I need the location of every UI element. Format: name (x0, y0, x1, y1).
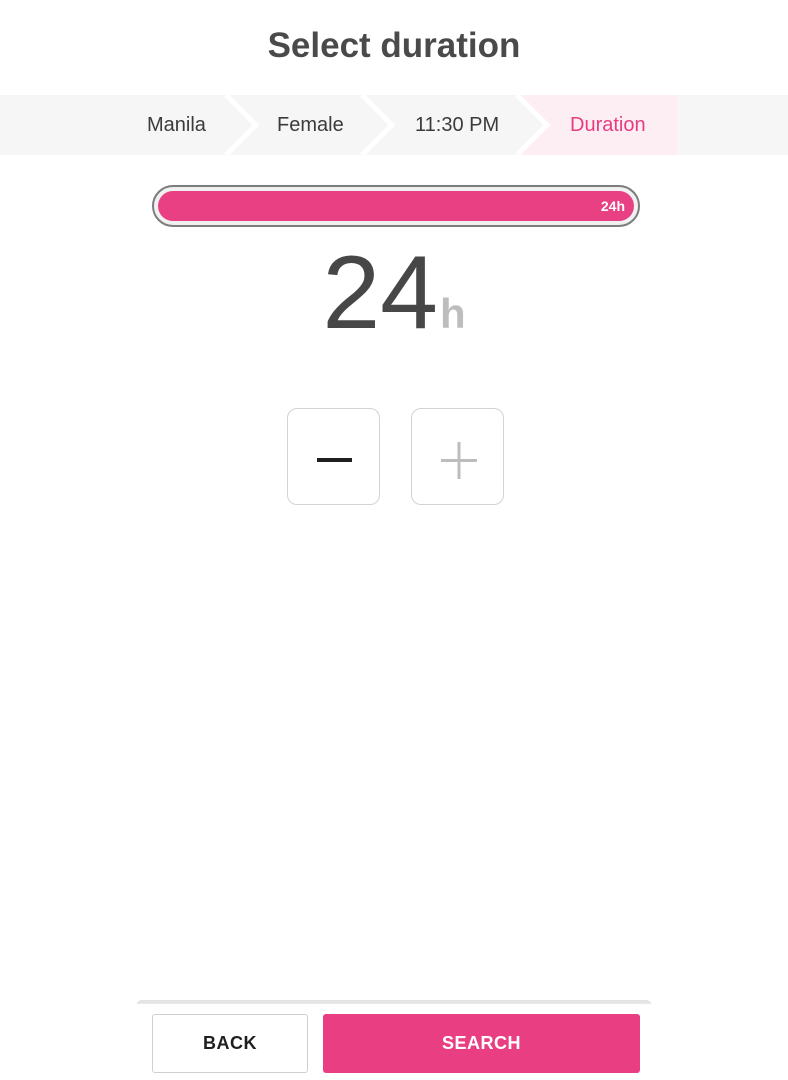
breadcrumb-item-location[interactable]: Manila (147, 95, 206, 155)
plus-icon (441, 442, 477, 479)
search-button[interactable]: SEARCH (323, 1014, 640, 1073)
breadcrumb-item-duration: Duration (570, 114, 646, 136)
duration-slider-label: 24h (600, 198, 625, 214)
back-button[interactable]: BACK (152, 1014, 308, 1073)
page: Select duration Manila Female 11:30 PM D… (0, 0, 788, 1080)
minus-icon (317, 458, 352, 462)
duration-slider[interactable]: 24h (152, 185, 640, 227)
decrement-button[interactable] (287, 408, 380, 505)
duration-slider-fill[interactable]: 24h (158, 191, 634, 221)
duration-unit: h (440, 290, 466, 337)
page-title: Select duration (267, 26, 521, 65)
breadcrumb: Manila Female 11:30 PM Duration (0, 95, 788, 155)
breadcrumb-separators (224, 95, 678, 155)
breadcrumb-item-time[interactable]: 11:30 PM (415, 95, 499, 155)
duration-display: 24h (0, 234, 788, 353)
increment-button[interactable] (411, 408, 504, 505)
breadcrumb-item-gender[interactable]: Female (277, 95, 344, 155)
duration-value: 24 (322, 235, 439, 351)
